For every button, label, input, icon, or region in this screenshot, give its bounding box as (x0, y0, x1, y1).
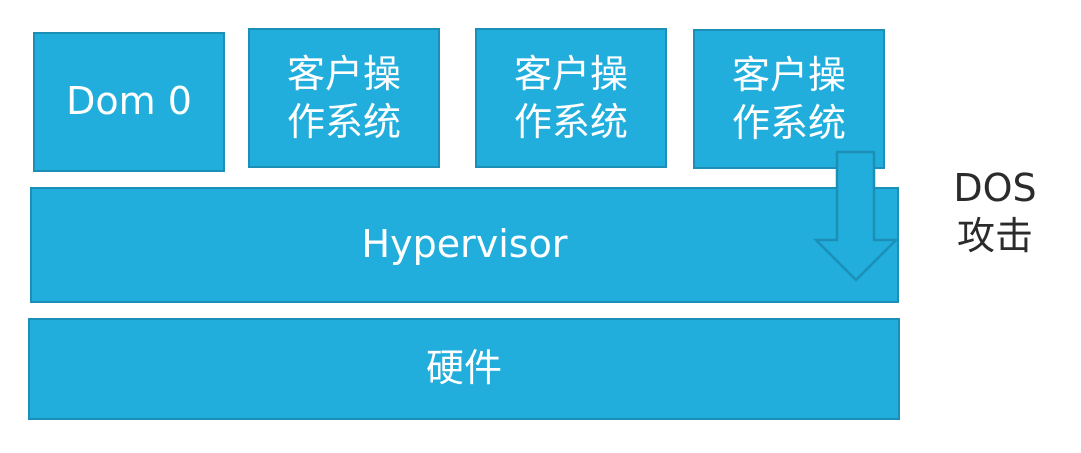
dom0-label: Dom 0 (66, 79, 192, 124)
dos-attack-label: DOS攻击 (935, 164, 1055, 260)
hypervisor-block: Hypervisor (30, 187, 899, 303)
hypervisor-label: Hypervisor (361, 222, 568, 267)
guest-os-block-1: 客户操作系统 (248, 28, 440, 168)
guest-os-block-2: 客户操作系统 (475, 28, 667, 168)
down-arrow-icon (812, 150, 900, 282)
hardware-block: 硬件 (28, 318, 900, 420)
guest-os-label-2: 客户操作系统 (513, 52, 628, 144)
guest-os-label-1: 客户操作系统 (286, 52, 401, 144)
hardware-label: 硬件 (425, 346, 502, 391)
dos-attack-text: DOS攻击 (953, 166, 1037, 258)
guest-os-label-3: 客户操作系统 (731, 53, 846, 145)
guest-os-block-3: 客户操作系统 (693, 29, 885, 169)
dom0-block: Dom 0 (33, 32, 225, 172)
